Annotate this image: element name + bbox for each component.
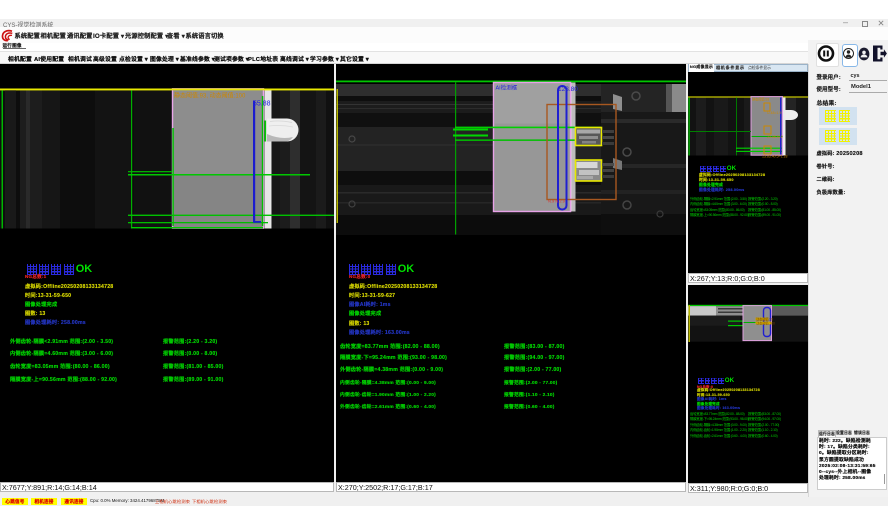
svg-text:55.88: 55.88 — [253, 100, 271, 107]
svg-text:N.9 N.2.9: N.9 N.2.9 — [548, 198, 566, 203]
svg-text:静态阈值:93, 动态阈值:100: 静态阈值:93, 动态阈值:100 — [174, 91, 246, 99]
svg-text:23.08.5=2: 23.08.5=2 — [767, 135, 783, 139]
svg-text:U.48=1.9: U.48=1.9 — [767, 111, 781, 115]
svg-text:静态阈值:93: 静态阈值:93 — [752, 96, 769, 101]
svg-text:13.63.40.5=1.18: 13.63.40.5=1.18 — [762, 154, 787, 158]
svg-text:123.80: 123.80 — [558, 86, 578, 93]
svg-text:AI检测框: AI检测框 — [496, 83, 518, 91]
svg-text:动态阈值:100: 动态阈值:100 — [756, 320, 775, 325]
